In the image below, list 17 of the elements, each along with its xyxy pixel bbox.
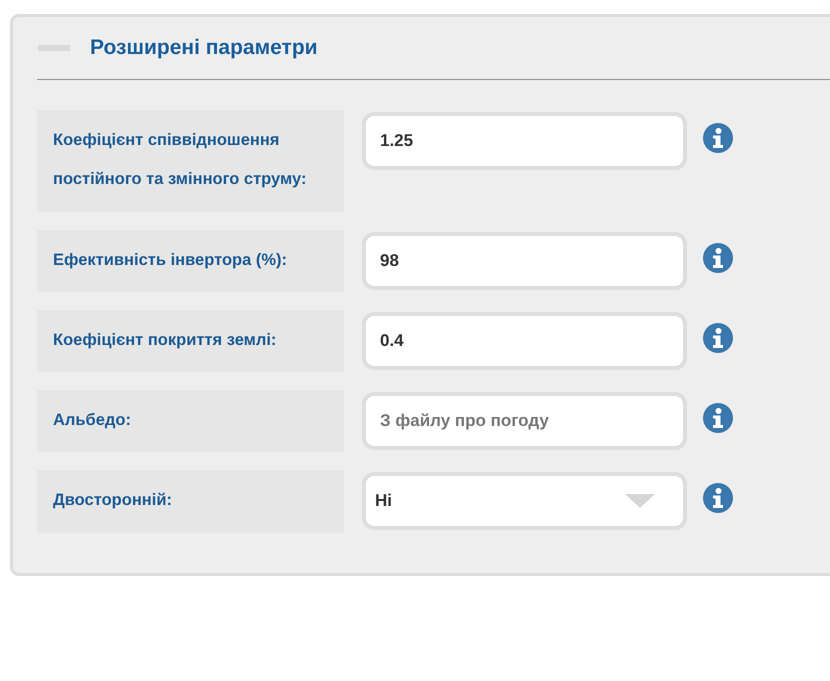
field-label: Альбедо: (37, 390, 344, 452)
dropdown[interactable]: Ні (362, 472, 687, 530)
info-icon[interactable] (703, 322, 733, 353)
caret-icon (625, 494, 655, 508)
info-icon[interactable] (703, 123, 733, 153)
field-label: Коефіцієнт співвідношення постійного та змінного струму: (37, 110, 344, 212)
field-label: Ефективність інвертора (%): (37, 230, 344, 292)
input-field[interactable]: 1.25 (362, 112, 687, 170)
input-field[interactable]: 98 (362, 232, 687, 290)
field-label: Двосторонній: (37, 470, 344, 533)
info-icon[interactable] (703, 483, 733, 514)
info-icon[interactable] (703, 242, 733, 273)
info-icon[interactable] (703, 403, 733, 434)
section-title: Розширені параметри (90, 36, 318, 60)
field-label: Коефіцієнт покриття землі: (37, 310, 344, 372)
input-field[interactable]: З файлу про погоду (362, 392, 687, 450)
input-field[interactable]: 0.4 (362, 312, 687, 370)
